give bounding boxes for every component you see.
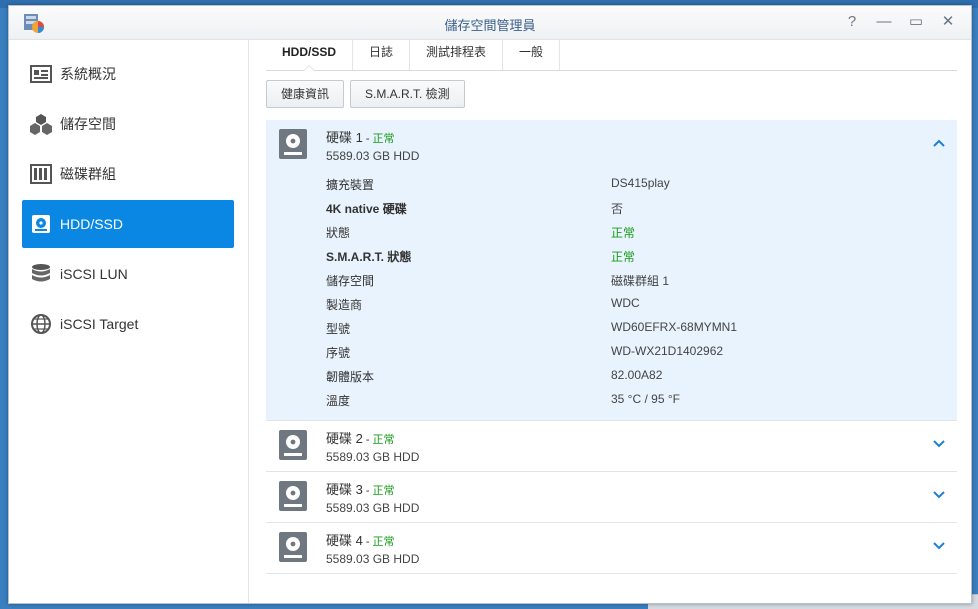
- sidebar-item-iscsi-target[interactable]: iSCSI Target: [22, 300, 234, 348]
- hdd-icon: [279, 481, 307, 511]
- tab-hdd-ssd[interactable]: HDD/SSD: [266, 40, 354, 71]
- disk-name: 硬碟 4- 正常: [326, 533, 395, 548]
- disk-name: 硬碟 3- 正常: [326, 482, 395, 497]
- detail-value: 正常: [611, 250, 636, 264]
- window-title: 儲存空間管理員: [444, 18, 536, 33]
- disk-capacity: 5589.03 GB HDD: [326, 501, 420, 515]
- chevron-down-icon[interactable]: [931, 538, 947, 554]
- health-info-button[interactable]: 健康資訊: [266, 80, 345, 108]
- maximize-button[interactable]: ▭: [907, 13, 925, 31]
- detail-row: 韌體版本 82.00A82: [266, 364, 957, 388]
- disk-row-3[interactable]: 硬碟 3- 正常 5589.03 GB HDD: [266, 472, 957, 523]
- storage-manager-window: 儲存空間管理員 ? — ▭ ✕ 系統概況 儲存空間 磁碟群組 HDD/SSD i…: [8, 5, 972, 604]
- sidebar-item-label: 儲存空間: [60, 116, 116, 132]
- disk-status: 正常: [372, 485, 395, 497]
- detail-row: 狀態 正常: [266, 220, 957, 244]
- disk-capacity: 5589.03 GB HDD: [326, 450, 420, 464]
- detail-value: 82.00A82: [611, 368, 663, 382]
- detail-value: 35 °C / 95 °F: [611, 392, 680, 406]
- chevron-up-icon[interactable]: [931, 135, 947, 151]
- detail-value: 正常: [611, 226, 636, 240]
- detail-row: 儲存空間 磁碟群組 1: [266, 268, 957, 292]
- disk-name-text: 硬碟 3: [326, 482, 363, 497]
- detail-label: 序號: [326, 346, 351, 360]
- hdd-icon: [279, 532, 307, 562]
- disk-capacity: 5589.03 GB HDD: [326, 149, 420, 163]
- sidebar-item-iscsi-lun[interactable]: iSCSI LUN: [22, 250, 234, 298]
- hdd-icon: [279, 430, 307, 460]
- disk-name: 硬碟 2- 正常: [326, 431, 395, 446]
- detail-row: 型號 WD60EFRX-68MYMN1: [266, 316, 957, 340]
- sidebar-item-label: iSCSI LUN: [60, 266, 128, 282]
- tab-general[interactable]: 一般: [503, 40, 561, 70]
- hdd-icon: [279, 129, 307, 159]
- disk-row-2[interactable]: 硬碟 2- 正常 5589.03 GB HDD: [266, 421, 957, 472]
- detail-value: 否: [611, 202, 624, 216]
- close-button[interactable]: ✕: [939, 13, 957, 31]
- help-button[interactable]: ?: [843, 13, 861, 31]
- minimize-button[interactable]: —: [875, 13, 893, 31]
- sidebar: 系統概況 儲存空間 磁碟群組 HDD/SSD iSCSI LUN iSCSI T…: [9, 40, 249, 603]
- disk-status: 正常: [372, 536, 395, 548]
- detail-value: 磁碟群組 1: [611, 274, 670, 288]
- tab-test-schedule[interactable]: 測試排程表: [410, 40, 504, 70]
- detail-row: S.M.A.R.T. 狀態 正常: [266, 244, 957, 268]
- detail-label: 製造商: [326, 298, 363, 312]
- sidebar-item-label: 系統概況: [60, 66, 116, 82]
- sidebar-item-label: iSCSI Target: [60, 316, 139, 332]
- hdd-icon: [32, 215, 50, 233]
- detail-row: 擴充裝置 DS415play: [266, 172, 957, 196]
- detail-label: 韌體版本: [326, 370, 375, 384]
- disk-row-4[interactable]: 硬碟 4- 正常 5589.03 GB HDD: [266, 523, 957, 574]
- sidebar-item-overview[interactable]: 系統概況: [22, 50, 234, 98]
- disk-details: 擴充裝置 DS415play 4K native 硬碟否 狀態 正常 S.M.A.R…: [266, 170, 957, 420]
- cubes-icon: [30, 114, 52, 135]
- detail-value: WD-WX21D1402962: [611, 344, 724, 358]
- disk-group-icon: [30, 164, 52, 184]
- disk-capacity: 5589.03 GB HDD: [326, 552, 420, 566]
- sidebar-item-label: HDD/SSD: [60, 216, 124, 232]
- detail-label: 型號: [326, 322, 351, 336]
- detail-label: 狀態: [326, 226, 351, 240]
- disk-name-text: 硬碟 4: [326, 533, 363, 548]
- detail-row: 4K native 硬碟 否: [266, 196, 957, 220]
- detail-value: WD60EFRX-68MYMN1: [611, 320, 738, 334]
- overview-icon: [30, 65, 52, 83]
- detail-label: 4K native 硬碟: [326, 202, 407, 216]
- detail-label: 擴充裝置: [326, 178, 375, 192]
- detail-row: 序號 WD-WX21D1402962: [266, 340, 957, 364]
- disk-status: 正常: [372, 434, 395, 446]
- detail-value: DS415play: [611, 176, 670, 190]
- detail-label: 儲存空間: [326, 274, 375, 288]
- disk-name: 硬碟 1- 正常: [326, 130, 395, 145]
- disk-status: 正常: [372, 133, 395, 145]
- disk-name-text: 硬碟 2: [326, 431, 363, 446]
- disk-name-text: 硬碟 1: [326, 130, 363, 145]
- detail-label: S.M.A.R.T. 狀態: [326, 250, 412, 264]
- detail-label: 溫度: [326, 394, 351, 408]
- tab-bar: HDD/SSD 日誌 測試排程表 一般: [266, 40, 957, 71]
- sidebar-item-storage-pool[interactable]: 儲存空間: [22, 100, 234, 148]
- chevron-down-icon[interactable]: [931, 436, 947, 452]
- globe-icon: [31, 314, 51, 334]
- detail-row: 製造商 WDC: [266, 292, 957, 316]
- sidebar-item-hdd-ssd[interactable]: HDD/SSD: [22, 200, 234, 248]
- title-bar[interactable]: 儲存空間管理員 ? — ▭ ✕: [9, 6, 971, 40]
- detail-row: 溫度 35 °C / 95 °F: [266, 388, 957, 412]
- database-icon: [32, 264, 50, 282]
- chevron-down-icon[interactable]: [931, 487, 947, 503]
- smart-test-button[interactable]: S.M.A.R.T. 檢測: [350, 80, 465, 108]
- disk-row-1[interactable]: 硬碟 1- 正常 5589.03 GB HDD 擴充裝置 DS415play 4K …: [266, 120, 957, 421]
- detail-value: WDC: [611, 296, 640, 310]
- main-content: HDD/SSD 日誌 測試排程表 一般 健康資訊 S.M.A.R.T. 檢測 硬…: [266, 40, 957, 603]
- disk-list: 硬碟 1- 正常 5589.03 GB HDD 擴充裝置 DS415play 4K …: [266, 120, 957, 574]
- sidebar-item-label: 磁碟群組: [60, 166, 116, 182]
- sidebar-item-disk-group[interactable]: 磁碟群組: [22, 150, 234, 198]
- tab-log[interactable]: 日誌: [353, 40, 411, 70]
